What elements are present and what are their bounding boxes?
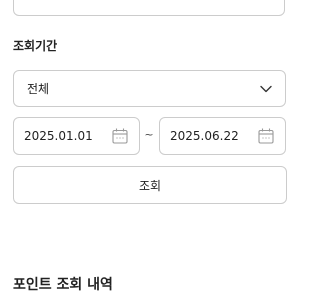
date-range-separator: ~ [144,128,154,141]
start-date-value: 2025.01.01 [24,129,93,143]
point-history-title: 포인트 조회 내역 [13,277,113,293]
end-date-value: 2025.06.22 [170,129,239,143]
calendar-icon[interactable] [111,127,129,145]
search-button[interactable]: 조회 [13,166,287,204]
calendar-icon[interactable] [257,127,275,145]
start-date-field[interactable]: 2025.01.01 [13,117,140,155]
top-input-field[interactable] [13,0,285,16]
chevron-down-icon [259,82,273,96]
period-select[interactable]: 전체 [13,70,286,107]
period-label: 조회기간 [13,39,58,53]
period-select-value: 전체 [27,82,50,96]
end-date-field[interactable]: 2025.06.22 [159,117,286,155]
